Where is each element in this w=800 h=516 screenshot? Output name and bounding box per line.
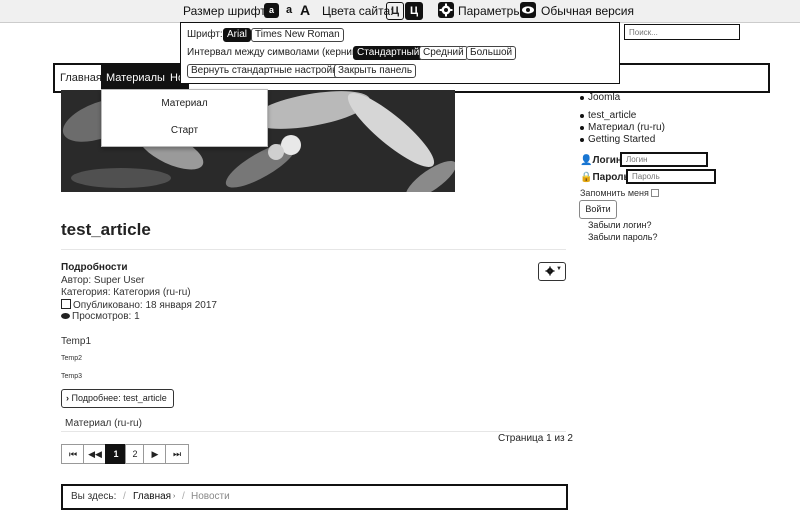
calendar-icon xyxy=(61,299,71,309)
font-small-button[interactable]: a xyxy=(264,3,279,18)
details-heading: Подробности xyxy=(61,262,128,273)
sidebar-link-getting-started[interactable]: Getting Started xyxy=(588,134,655,145)
search-input[interactable] xyxy=(624,24,740,40)
article-author: Автор: Super User xyxy=(61,275,145,286)
settings-panel: Шрифт: Arial Times New Roman Интервал ме… xyxy=(180,22,620,84)
article-title[interactable]: test_article xyxy=(61,220,151,240)
kerning-label: Интервал между символами (кернинг): xyxy=(187,47,368,58)
pagination-first-button[interactable]: ⏮ xyxy=(61,444,85,464)
readmore-button[interactable]: › Подробнее: test_article xyxy=(61,389,174,408)
gear-icon[interactable] xyxy=(438,2,454,18)
login-label: 👤Логин xyxy=(580,155,622,166)
published-text: Опубликовано: 18 января 2017 xyxy=(73,300,217,311)
article-body-line-3: Temp3 xyxy=(61,373,83,380)
kerning-standard-button[interactable]: Стандартный xyxy=(353,46,424,60)
bullet-icon xyxy=(580,96,584,100)
reset-settings-button[interactable]: Вернуть стандартные настройки xyxy=(187,64,347,78)
breadcrumb-current: Новости xyxy=(191,491,230,502)
pagination-page-2[interactable]: 2 xyxy=(125,444,145,464)
nav-item-materials-label: Материалы xyxy=(106,72,165,84)
readmore-label: Подробнее: test_article xyxy=(71,393,167,403)
page-counter: Страница 1 из 2 xyxy=(498,433,573,444)
user-icon: 👤 xyxy=(580,155,593,166)
password-label: 🔒Пароль xyxy=(580,172,630,183)
bullet-icon xyxy=(580,114,584,118)
kerning-medium-button[interactable]: Средний xyxy=(419,46,468,60)
article-body-line-1: Temp1 xyxy=(61,336,92,347)
login-submit-button[interactable]: Войти xyxy=(579,200,617,219)
forgot-login-link[interactable]: Забыли логин? xyxy=(588,220,652,230)
gear-icon xyxy=(545,266,555,279)
chevron-right-icon: › xyxy=(66,393,69,403)
remember-me-label: Запомнить меня xyxy=(580,188,649,198)
pagination-prev-button[interactable]: ◀◀ xyxy=(83,444,107,464)
font-family-label: Шрифт: xyxy=(187,29,223,40)
password-label-text: Пароль xyxy=(592,172,630,183)
settings-link[interactable]: Параметры xyxy=(458,4,522,18)
article-published: Опубликовано: 18 января 2017 xyxy=(61,299,217,311)
site-colors-label: Цвета сайта: xyxy=(322,4,394,18)
breadcrumb-separator: / xyxy=(123,491,126,502)
bullet-icon xyxy=(580,126,584,130)
bullet-icon xyxy=(580,138,584,142)
views-text: Просмотров: 1 xyxy=(72,311,140,322)
sidebar-link-test-article[interactable]: test_article xyxy=(588,110,636,121)
category-link[interactable]: Материал (ru-ru) xyxy=(65,418,142,429)
color-light-button[interactable]: Ц xyxy=(386,2,404,20)
sidebar-link-material[interactable]: Материал (ru-ru) xyxy=(588,122,665,133)
font-arial-button[interactable]: Arial xyxy=(223,28,252,42)
nav-item-home[interactable]: Главная xyxy=(55,65,107,91)
eye-icon[interactable] xyxy=(520,2,536,18)
title-divider xyxy=(61,249,566,250)
article-category: Категория: Категория (ru-ru) xyxy=(61,287,191,298)
font-size-label: Размер шрифта: xyxy=(183,4,276,18)
pagination-last-button[interactable]: ⏭ xyxy=(165,444,189,464)
pagination-page-1[interactable]: 1 xyxy=(105,444,127,464)
dropdown-item-material[interactable]: Материал xyxy=(102,98,267,109)
font-medium-button[interactable]: a xyxy=(284,3,294,18)
caret-down-icon: ▼ xyxy=(556,266,562,272)
forgot-password-link[interactable]: Забыли пароль? xyxy=(588,232,657,242)
accessibility-toolbar: Размер шрифта: a a A Цвета сайта: Ц Ц Па… xyxy=(0,0,800,23)
breadcrumb-home[interactable]: Главная xyxy=(133,486,171,508)
lock-icon: 🔒 xyxy=(580,172,593,183)
font-times-button[interactable]: Times New Roman xyxy=(251,28,344,42)
pagination-next-button[interactable]: ▶ xyxy=(143,444,167,464)
materials-dropdown: Материал Старт xyxy=(101,89,268,147)
password-field[interactable] xyxy=(626,169,716,184)
font-large-button[interactable]: A xyxy=(298,3,312,18)
dropdown-item-start[interactable]: Старт xyxy=(102,125,267,136)
normal-version-link[interactable]: Обычная версия xyxy=(541,4,634,18)
article-views: Просмотров: 1 xyxy=(61,311,140,322)
color-dark-button[interactable]: Ц xyxy=(405,2,423,20)
article-tools-button[interactable]: ▼ xyxy=(538,262,566,281)
login-field[interactable] xyxy=(620,152,708,167)
eye-icon xyxy=(61,313,70,319)
breadcrumb-chevron-icon: › xyxy=(173,493,176,500)
kerning-large-button[interactable]: Большой xyxy=(466,46,517,60)
login-label-text: Логин xyxy=(592,155,622,166)
breadcrumb-label: Вы здесь: xyxy=(71,491,117,502)
article-body-line-2: Temp2 xyxy=(61,355,83,362)
remember-me-checkbox[interactable] xyxy=(651,189,659,197)
close-panel-button[interactable]: Закрыть панель xyxy=(334,64,417,78)
breadcrumb: Вы здесь: / Главная › / Новости xyxy=(61,484,568,510)
breadcrumb-separator: / xyxy=(182,491,185,502)
category-divider xyxy=(61,431,566,432)
sidebar-link-joomla[interactable]: Joomla xyxy=(588,92,620,103)
